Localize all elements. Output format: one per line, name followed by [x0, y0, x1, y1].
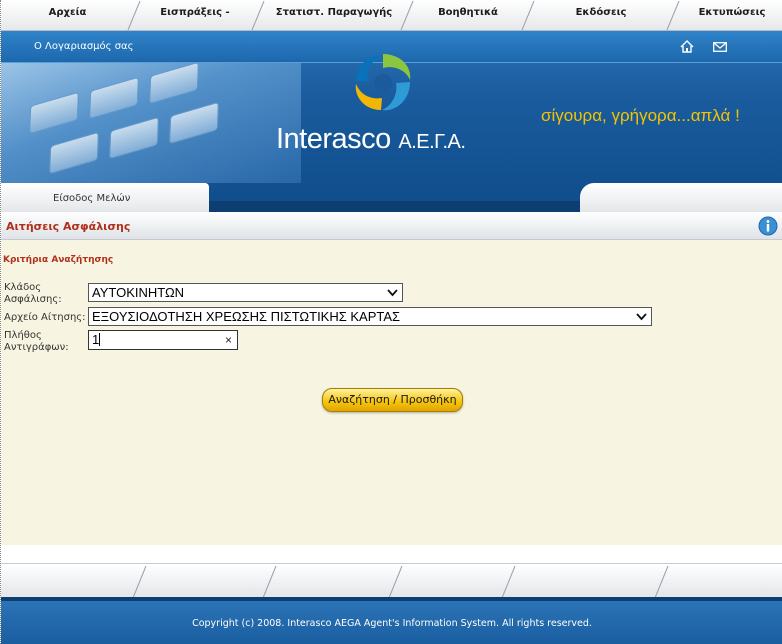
logo-swirl [355, 54, 411, 111]
copies-input[interactable]: 1 × [88, 330, 238, 350]
member-login-link[interactable]: Είσοδος Μελών [53, 193, 130, 204]
application-file-select[interactable]: ΕΞΟΥΣΙΟΔΟΤΗΣΗ ΧΡΕΩΣΗΣ ΠΙΣΤΩΤΙΚΗΣ ΚΑΡΤΑΣ [88, 307, 652, 326]
nav-item-utilities[interactable]: Βοηθητικά [413, 0, 523, 30]
banner-right-tab [580, 183, 782, 212]
file-label: Αρχείο Αίτησης: [4, 312, 86, 323]
chevron-down-icon [636, 313, 647, 321]
info-icon[interactable] [758, 216, 778, 236]
brand-name: Interasco Α.Ε.Γ.Α. [276, 123, 466, 156]
branch-select[interactable]: ΑΥΤΟΚΙΝΗΤΩΝ [88, 283, 403, 302]
criteria-heading: Κριτήρια Αναζήτησης [3, 255, 114, 265]
bottom-tab-dividers [132, 565, 669, 598]
keyboard-graphic [1, 61, 301, 183]
nav-separator [400, 0, 414, 30]
file-select-value: ΕΞΟΥΣΙΟΔΟΤΗΣΗ ΧΡΕΩΣΗΣ ΠΙΣΤΩΤΙΚΗΣ ΚΑΡΤΑΣ [92, 309, 401, 324]
bottom-tab-strip [1, 563, 782, 598]
top-navigation: Αρχεία Εισπράξεις - Πληρωμές Στατιστ. Πα… [1, 0, 782, 44]
nav-item-production-stats[interactable]: Στατιστ. Παραγωγής [263, 0, 405, 30]
clear-icon[interactable]: × [225, 331, 232, 349]
nav-item-issues[interactable]: Εκδόσεις [531, 0, 671, 30]
nav-separator [666, 0, 680, 30]
banner-bar [209, 201, 580, 212]
footer: Copyright (c) 2008. Interasco AEGA Agent… [1, 597, 782, 644]
copies-label-line1: Πλήθος [4, 330, 42, 341]
search-form: Κριτήρια Αναζήτησης Κλάδος Ασφάλισης: ΑΥ… [1, 240, 782, 545]
chevron-down-icon [387, 289, 398, 297]
account-link[interactable]: Ο Λογαριασμός σας [34, 41, 134, 52]
text-caret [99, 333, 101, 346]
section-header: Αιτήσεις Ασφάλισης [1, 212, 782, 240]
brand-text: Interasco [276, 123, 391, 155]
branch-select-value: ΑΥΤΟΚΙΝΗΤΩΝ [92, 285, 185, 300]
content-gap [1, 545, 782, 563]
nav-item-prints[interactable]: Εκτυπώσεις [681, 0, 782, 30]
home-icon[interactable] [680, 40, 694, 53]
branch-label-line1: Κλάδος [4, 282, 42, 293]
mail-icon[interactable] [713, 42, 727, 52]
slogan: σίγουρα, γρήγορα...απλά ! [541, 106, 740, 125]
copies-input-value: 1 [92, 332, 100, 347]
page-title: Αιτήσεις Ασφάλισης [6, 220, 131, 233]
copyright-text: Copyright (c) 2008. Interasco AEGA Agent… [192, 618, 592, 629]
header-banner: Ο Λογαριασμός σας Interasco Α.Ε.Γ.Α. σίγ… [1, 31, 782, 212]
brand-suffix: Α.Ε.Γ.Α. [398, 131, 466, 153]
nav-item-receipts-payments[interactable]: Εισπράξεις - Πληρωμές [134, 0, 256, 44]
nav-item-files[interactable]: Αρχεία [1, 0, 134, 30]
branch-label-line2: Ασφάλισης: [4, 294, 62, 305]
search-add-button[interactable]: Αναζήτηση / Προσθήκη [322, 388, 463, 412]
copies-label-line2: Αντιγράφων: [4, 342, 69, 353]
